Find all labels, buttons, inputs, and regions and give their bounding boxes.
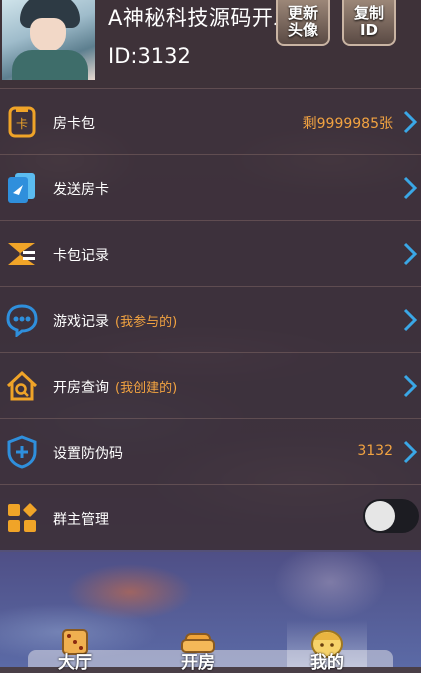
- menu-item-group-admin: 群主管理: [0, 484, 421, 550]
- anti-fake-code-value: 3132: [357, 443, 393, 459]
- menu-list: 卡 房卡包 剩9999985张 发送房卡 卡包记录 游戏记录 (我参与的) 开房…: [0, 88, 421, 550]
- nav-label: 开房: [181, 653, 215, 673]
- menu-item-card-record[interactable]: 卡包记录: [0, 220, 421, 286]
- chevron-right-icon: [403, 440, 418, 464]
- avatar[interactable]: [2, 0, 95, 80]
- group-admin-toggle[interactable]: [363, 499, 419, 533]
- menu-item-label: 发送房卡: [53, 182, 109, 198]
- nav-label: 我的: [310, 653, 344, 673]
- chevron-right-icon: [403, 176, 418, 200]
- menu-item-send-cards[interactable]: 发送房卡: [0, 154, 421, 220]
- card-record-icon: [8, 243, 35, 265]
- menu-item-label: 群主管理: [53, 512, 109, 528]
- shield-plus-icon: [7, 435, 37, 469]
- copy-id-button[interactable]: 复制 ID: [342, 0, 396, 46]
- bottom-nav: 大厅 开房 我的: [0, 620, 421, 673]
- refresh-avatar-button[interactable]: 更新 头像: [276, 0, 330, 46]
- menu-item-label: 卡包记录: [53, 248, 109, 264]
- menu-item-label: 房卡包: [53, 116, 95, 132]
- profile-header: A神秘科技源码开发 ID:3132 更新 头像 复制 ID: [0, 0, 421, 88]
- refresh-avatar-label: 更新 头像: [287, 4, 318, 39]
- menu-item-label: 开房查询 (我创建的): [53, 380, 178, 396]
- chevron-right-icon: [403, 374, 418, 398]
- nav-lobby[interactable]: 大厅: [35, 620, 115, 673]
- copy-id-label: 复制 ID: [353, 4, 384, 39]
- menu-item-label: 设置防伪码: [53, 446, 123, 462]
- nav-open-room[interactable]: 开房: [158, 620, 238, 673]
- user-id: ID:3132: [108, 44, 191, 68]
- menu-item-sub: (我参与的): [115, 315, 178, 330]
- chevron-right-icon: [403, 242, 418, 266]
- room-query-icon: [6, 370, 38, 401]
- menu-item-room-query[interactable]: 开房查询 (我创建的): [0, 352, 421, 418]
- nav-mine[interactable]: 我的: [287, 620, 367, 673]
- card-count: 剩9999985张: [302, 116, 393, 132]
- svg-text:卡: 卡: [16, 117, 28, 131]
- game-record-icon: [6, 304, 38, 337]
- menu-item-label: 游戏记录 (我参与的): [53, 314, 178, 330]
- menu-item-card-wallet[interactable]: 卡 房卡包 剩9999985张: [0, 88, 421, 154]
- menu-item-game-record[interactable]: 游戏记录 (我参与的): [0, 286, 421, 352]
- group-admin-icon: [8, 503, 37, 532]
- nav-label: 大厅: [58, 653, 92, 673]
- card-wallet-icon: 卡: [8, 106, 36, 138]
- chevron-right-icon: [403, 308, 418, 332]
- menu-item-anti-fake-code[interactable]: 设置防伪码 3132: [0, 418, 421, 484]
- send-cards-icon: [8, 173, 35, 203]
- menu-item-sub: (我创建的): [115, 381, 178, 396]
- chevron-right-icon: [403, 110, 418, 134]
